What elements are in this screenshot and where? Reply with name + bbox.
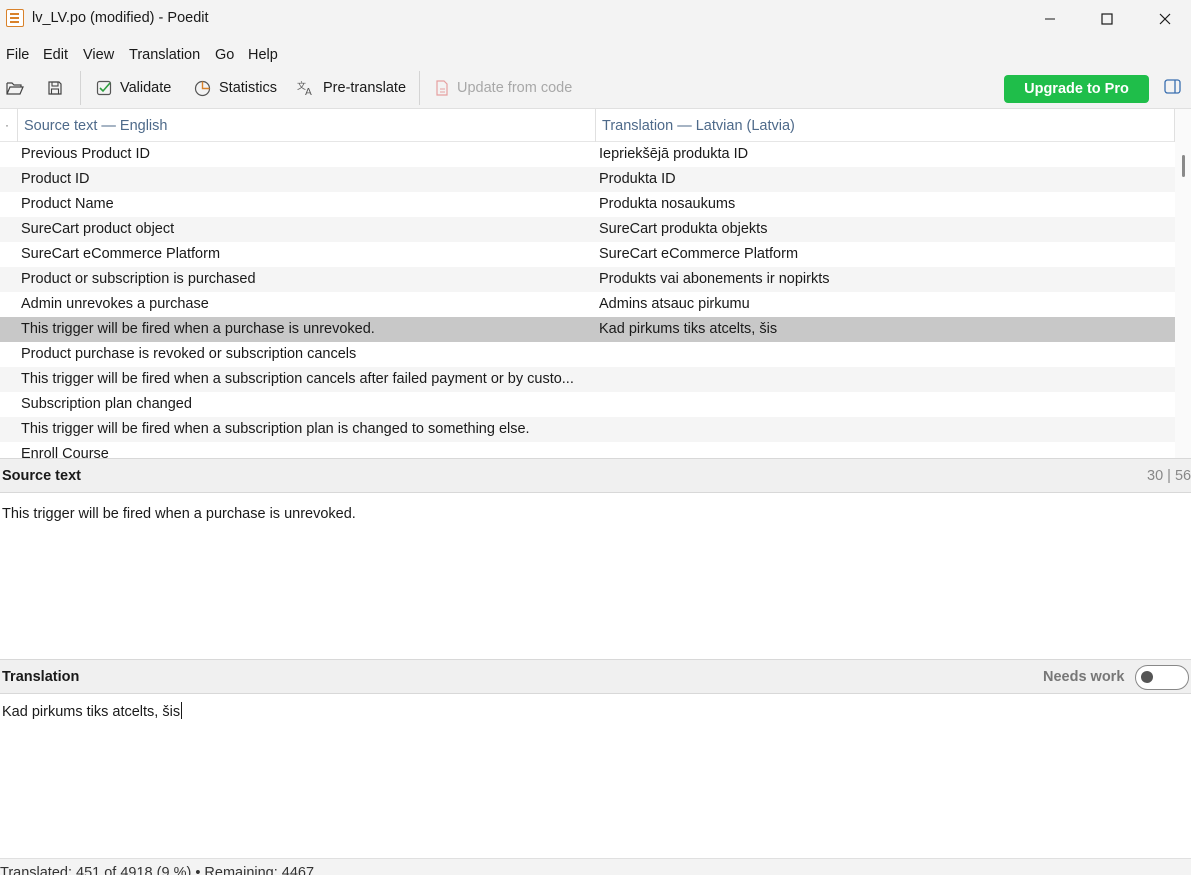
maximize-icon bbox=[1101, 12, 1113, 25]
table-row[interactable]: Product ID Produkta ID bbox=[0, 167, 1175, 192]
menu-edit[interactable]: Edit bbox=[43, 47, 68, 63]
menu-help[interactable]: Help bbox=[248, 47, 278, 63]
menu-view[interactable]: View bbox=[83, 47, 114, 63]
validate-button[interactable]: Validate bbox=[96, 71, 171, 105]
scrollbar-thumb[interactable] bbox=[1182, 155, 1185, 177]
menu-translation[interactable]: Translation bbox=[129, 47, 200, 63]
translation-cell: Produkts vai abonements ir nopirkts bbox=[599, 271, 830, 287]
source-cell: SureCart product object bbox=[21, 221, 175, 237]
translation-cell: Produkta ID bbox=[599, 171, 676, 187]
table-row[interactable]: Previous Product ID Iepriekšējā produkta… bbox=[0, 142, 1175, 167]
source-cell: This trigger will be fired when a subscr… bbox=[21, 371, 574, 387]
toggle-knob bbox=[1141, 671, 1153, 683]
translation-cell: SureCart produkta objekts bbox=[599, 221, 768, 237]
selected-table-row[interactable]: This trigger will be fired when a purcha… bbox=[0, 317, 1175, 342]
title-bar: lv_LV.po (modified) - Poedit bbox=[0, 0, 1191, 37]
maximize-button[interactable] bbox=[1078, 0, 1136, 37]
close-icon bbox=[1159, 13, 1171, 24]
source-cell: Subscription plan changed bbox=[21, 396, 192, 412]
needs-work-label: Needs work bbox=[1043, 669, 1125, 685]
pretranslate-label: Pre-translate bbox=[323, 80, 407, 96]
translation-cell: SureCart eCommerce Platform bbox=[599, 246, 799, 262]
table-row[interactable]: This trigger will be fired when a subscr… bbox=[0, 417, 1175, 442]
translation-editor[interactable]: Kad pirkums tiks atcelts, šis bbox=[0, 702, 1191, 852]
column-divider[interactable] bbox=[17, 109, 18, 142]
pretranslate-button[interactable]: 文A Pre-translate bbox=[297, 71, 406, 105]
close-button[interactable] bbox=[1136, 0, 1191, 37]
save-button[interactable] bbox=[47, 71, 63, 105]
character-counter: 30 | 56 bbox=[1147, 468, 1191, 484]
window-title: lv_LV.po (modified) - Poedit bbox=[32, 10, 209, 26]
document-update-icon bbox=[436, 80, 448, 96]
column-divider[interactable] bbox=[595, 109, 596, 142]
table-row[interactable]: SureCart eCommerce Platform SureCart eCo… bbox=[0, 242, 1175, 267]
source-cell: Product purchase is revoked or subscript… bbox=[21, 346, 357, 362]
source-text-view: This trigger will be fired when a purcha… bbox=[2, 506, 356, 522]
status-bar: Translated: 451 of 4918 (9 %) • Remainin… bbox=[0, 858, 1191, 875]
statistics-button[interactable]: Statistics bbox=[194, 71, 277, 105]
translation-panel-title: Translation bbox=[2, 669, 80, 685]
update-from-code-button[interactable]: Update from code bbox=[435, 71, 572, 105]
translation-cell: Produkta nosaukums bbox=[599, 196, 736, 212]
pie-chart-icon bbox=[194, 80, 211, 96]
table-row[interactable]: Product Name Produkta nosaukums bbox=[0, 192, 1175, 217]
table-row[interactable]: Enroll Course bbox=[0, 442, 1175, 458]
svg-text:A: A bbox=[305, 87, 312, 96]
translation-list: · Source text — English Translation — La… bbox=[0, 109, 1191, 458]
minimize-icon bbox=[1045, 18, 1055, 19]
source-panel-title: Source text bbox=[2, 468, 81, 484]
translation-cell: Admins atsauc pirkumu bbox=[599, 296, 750, 312]
source-cell: Product or subscription is purchased bbox=[21, 271, 256, 287]
source-cell: Product ID bbox=[21, 171, 90, 187]
source-cell: Enroll Course bbox=[21, 446, 109, 458]
source-column-header[interactable]: Source text — English bbox=[24, 118, 167, 134]
open-button[interactable] bbox=[6, 71, 24, 105]
menu-file[interactable]: File bbox=[6, 47, 29, 63]
table-row[interactable]: Admin unrevokes a purchase Admins atsauc… bbox=[0, 292, 1175, 317]
folder-open-icon bbox=[6, 82, 24, 95]
source-cell: This trigger will be fired when a subscr… bbox=[21, 421, 530, 437]
table-row[interactable]: This trigger will be fired when a subscr… bbox=[0, 367, 1175, 392]
update-from-code-label: Update from code bbox=[457, 80, 573, 96]
translate-icon: 文A bbox=[297, 80, 312, 96]
poedit-doc-icon bbox=[6, 9, 24, 27]
table-row[interactable]: Subscription plan changed bbox=[0, 392, 1175, 417]
translation-panel-header: Translation Needs work bbox=[0, 659, 1191, 694]
source-cell: Product Name bbox=[21, 196, 114, 212]
sidebar-toggle-icon bbox=[1164, 79, 1181, 94]
minimize-button[interactable] bbox=[1021, 0, 1079, 37]
toolbar-separator bbox=[80, 71, 81, 105]
source-cell: This trigger will be fired when a purcha… bbox=[21, 321, 375, 337]
status-text: Translated: 451 of 4918 (9 %) • Remainin… bbox=[0, 865, 315, 875]
sidebar-toggle-button[interactable] bbox=[1164, 79, 1182, 95]
source-panel-header: Source text 30 | 56 bbox=[0, 458, 1191, 493]
menu-go[interactable]: Go bbox=[215, 47, 234, 63]
menu-bar: File Edit View Translation Go Help bbox=[0, 37, 1191, 71]
source-cell: Admin unrevokes a purchase bbox=[21, 296, 209, 312]
validate-check-icon bbox=[96, 80, 112, 96]
table-row[interactable]: SureCart product object SureCart produkt… bbox=[0, 217, 1175, 242]
source-cell: SureCart eCommerce Platform bbox=[21, 246, 221, 262]
toolbar-separator bbox=[419, 71, 420, 105]
save-icon bbox=[48, 81, 62, 95]
list-scrollbar[interactable] bbox=[1175, 109, 1191, 458]
translation-cell: Iepriekšējā produkta ID bbox=[599, 146, 749, 162]
flag-column-header[interactable]: · bbox=[5, 118, 9, 132]
translation-text: Kad pirkums tiks atcelts, šis bbox=[2, 704, 181, 720]
translation-cell: Kad pirkums tiks atcelts, šis bbox=[599, 321, 778, 337]
list-header: · Source text — English Translation — La… bbox=[0, 109, 1175, 142]
table-row[interactable]: Product or subscription is purchased Pro… bbox=[0, 267, 1175, 292]
translation-column-header[interactable]: Translation — Latvian (Latvia) bbox=[602, 118, 795, 134]
statistics-label: Statistics bbox=[219, 80, 278, 96]
validate-label: Validate bbox=[120, 80, 172, 96]
needs-work-toggle[interactable] bbox=[1135, 665, 1189, 690]
table-row[interactable]: Product purchase is revoked or subscript… bbox=[0, 342, 1175, 367]
toolbar: Validate Statistics 文A Pre-translate Upd… bbox=[0, 71, 1191, 109]
upgrade-to-pro-button[interactable]: Upgrade to Pro bbox=[1004, 75, 1149, 103]
text-caret bbox=[181, 702, 183, 719]
source-cell: Previous Product ID bbox=[21, 146, 150, 162]
